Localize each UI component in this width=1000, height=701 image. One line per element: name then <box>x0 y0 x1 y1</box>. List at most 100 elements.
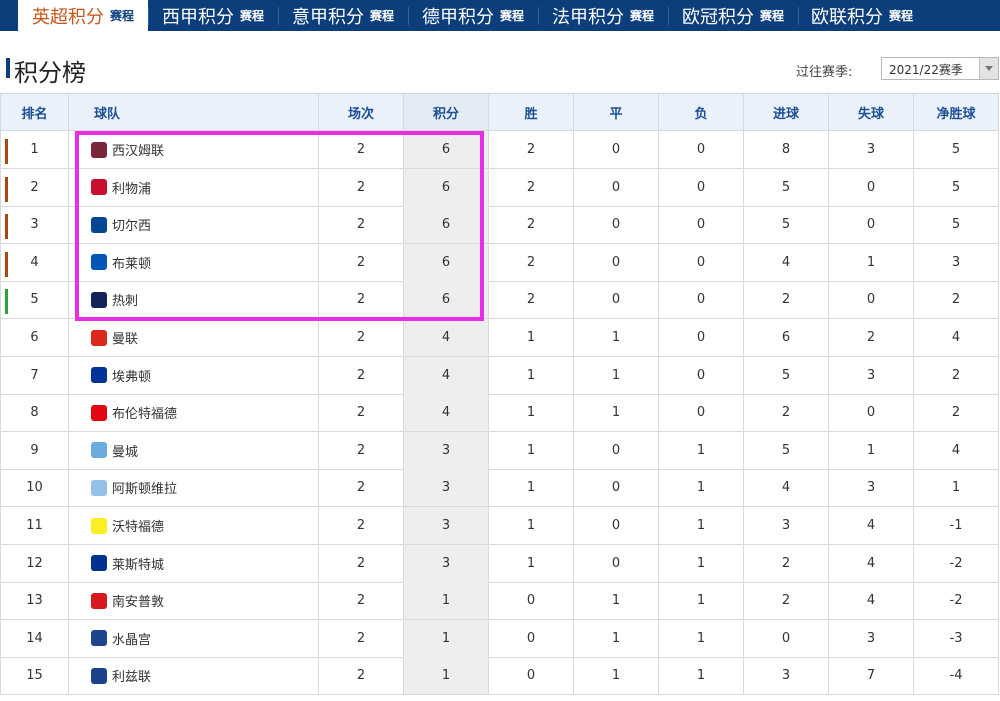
team-crest-icon <box>91 291 107 308</box>
tab-schedule-link[interactable]: 赛程 <box>240 7 264 24</box>
team-name[interactable]: 布伦特福德 <box>112 403 177 422</box>
table-row[interactable]: 14 水晶宫 2 1 0 1 1 0 3 -3 <box>0 619 1000 658</box>
team-cell[interactable]: 埃弗顿 <box>69 356 319 395</box>
table-row[interactable]: 10 阿斯顿维拉 2 3 1 0 1 4 3 1 <box>0 469 1000 508</box>
table-row[interactable]: 8 布伦特福德 2 4 1 1 0 2 0 2 <box>0 394 1000 433</box>
tab-league-2[interactable]: 意甲积分 赛程 <box>278 0 408 31</box>
column-header-goals-against[interactable]: 失球 <box>829 93 914 131</box>
goals-against-cell: 4 <box>829 582 914 621</box>
goals-against-cell: 3 <box>829 619 914 658</box>
table-row[interactable]: 4 布莱顿 2 6 2 0 0 4 1 3 <box>0 243 1000 282</box>
tab-league-1[interactable]: 西甲积分 赛程 <box>148 0 278 31</box>
column-header-played[interactable]: 场次 <box>319 93 404 131</box>
team-name[interactable]: 水晶宫 <box>112 629 151 648</box>
team-name[interactable]: 莱斯特城 <box>112 554 164 573</box>
column-header-goal-diff[interactable]: 净胜球 <box>914 93 999 131</box>
table-row[interactable]: 7 埃弗顿 2 4 1 1 0 5 3 2 <box>0 356 1000 395</box>
team-cell[interactable]: 曼城 <box>69 431 319 470</box>
table-row[interactable]: 12 莱斯特城 2 3 1 0 1 2 4 -2 <box>0 544 1000 583</box>
column-header-team[interactable]: 球队 <box>69 93 319 131</box>
team-cell[interactable]: 莱斯特城 <box>69 544 319 583</box>
column-header-wins[interactable]: 胜 <box>489 93 574 131</box>
team-name[interactable]: 南安普敦 <box>112 591 164 610</box>
team-name[interactable]: 切尔西 <box>112 215 151 234</box>
tab-schedule-link[interactable]: 赛程 <box>110 7 134 24</box>
played-cell: 2 <box>319 507 404 545</box>
team-cell[interactable]: 切尔西 <box>69 206 319 245</box>
table-row[interactable]: 5 热刺 2 6 2 0 0 2 0 2 <box>0 281 1000 320</box>
team-name[interactable]: 利兹联 <box>112 666 151 685</box>
table-row[interactable]: 15 利兹联 2 1 0 1 1 3 7 -4 <box>0 657 1000 696</box>
tab-schedule-link[interactable]: 赛程 <box>500 7 524 24</box>
goals-against-cell: 7 <box>829 657 914 696</box>
tab-label: 德甲积分 <box>421 6 494 28</box>
wins-cell: 1 <box>489 356 574 395</box>
tab-league-3[interactable]: 德甲积分 赛程 <box>408 0 538 31</box>
team-cell[interactable]: 西汉姆联 <box>69 131 319 169</box>
team-name[interactable]: 西汉姆联 <box>112 140 164 159</box>
qualification-zone-marker <box>5 289 8 315</box>
points-cell: 1 <box>404 582 489 621</box>
table-row[interactable]: 3 切尔西 2 6 2 0 0 5 0 5 <box>0 206 1000 245</box>
team-cell[interactable]: 利物浦 <box>69 168 319 207</box>
team-name[interactable]: 曼联 <box>112 328 138 347</box>
draws-cell: 0 <box>574 168 659 207</box>
table-row[interactable]: 11 沃特福德 2 3 1 0 1 3 4 -1 <box>0 507 1000 545</box>
tab-league-5[interactable]: 欧冠积分 赛程 <box>668 0 798 31</box>
team-cell[interactable]: 水晶宫 <box>69 619 319 658</box>
goal-diff-cell: -4 <box>914 657 999 696</box>
rank-cell: 1 <box>0 131 69 169</box>
column-header-losses[interactable]: 负 <box>659 93 744 131</box>
wins-cell: 1 <box>489 469 574 508</box>
goals-against-cell: 2 <box>829 319 914 357</box>
tab-league-0[interactable]: 英超积分 赛程 <box>18 0 148 31</box>
season-select[interactable]: 2021/22赛季 <box>881 57 999 80</box>
team-name[interactable]: 沃特福德 <box>112 516 164 535</box>
team-cell[interactable]: 布伦特福德 <box>69 394 319 433</box>
team-name[interactable]: 利物浦 <box>112 178 151 197</box>
column-header-draws[interactable]: 平 <box>574 93 659 131</box>
table-row[interactable]: 13 南安普敦 2 1 0 1 1 2 4 -2 <box>0 582 1000 621</box>
draws-cell: 0 <box>574 469 659 508</box>
column-header-goals-for[interactable]: 进球 <box>744 93 829 131</box>
tab-schedule-link[interactable]: 赛程 <box>760 7 784 24</box>
team-name[interactable]: 热刺 <box>112 290 138 309</box>
team-name[interactable]: 阿斯顿维拉 <box>112 478 177 497</box>
team-cell[interactable]: 沃特福德 <box>69 507 319 545</box>
team-cell[interactable]: 布莱顿 <box>69 243 319 282</box>
team-cell[interactable]: 阿斯顿维拉 <box>69 469 319 508</box>
tab-schedule-link[interactable]: 赛程 <box>889 7 913 24</box>
team-cell[interactable]: 利兹联 <box>69 657 319 696</box>
team-name[interactable]: 埃弗顿 <box>112 366 151 385</box>
table-row[interactable]: 9 曼城 2 3 1 0 1 5 1 4 <box>0 431 1000 470</box>
tab-schedule-link[interactable]: 赛程 <box>630 7 654 24</box>
team-cell[interactable]: 热刺 <box>69 281 319 320</box>
goals-against-cell: 0 <box>829 281 914 320</box>
chevron-down-icon[interactable] <box>979 58 998 79</box>
draws-cell: 0 <box>574 507 659 545</box>
losses-cell: 1 <box>659 619 744 658</box>
team-cell[interactable]: 曼联 <box>69 319 319 357</box>
team-name[interactable]: 曼城 <box>112 441 138 460</box>
tab-league-4[interactable]: 法甲积分 赛程 <box>538 0 668 31</box>
table-row[interactable]: 2 利物浦 2 6 2 0 0 5 0 5 <box>0 168 1000 207</box>
goals-against-cell: 3 <box>829 356 914 395</box>
team-cell[interactable]: 南安普敦 <box>69 582 319 621</box>
draws-cell: 0 <box>574 281 659 320</box>
column-header-points[interactable]: 积分 <box>404 93 489 131</box>
draws-cell: 0 <box>574 243 659 282</box>
wins-cell: 0 <box>489 619 574 658</box>
goal-diff-cell: -1 <box>914 507 999 545</box>
league-nav: 英超积分 赛程 西甲积分 赛程 意甲积分 赛程 德甲积分 赛程 法甲积分 赛程 欧冠积分 赛程 欧联积分… <box>0 0 1000 31</box>
table-row[interactable]: 1 西汉姆联 2 6 2 0 0 8 3 5 <box>0 131 1000 169</box>
column-header-rank[interactable]: 排名 <box>0 93 69 131</box>
wins-cell: 2 <box>489 281 574 320</box>
tab-schedule-link[interactable]: 赛程 <box>370 7 394 24</box>
points-cell: 4 <box>404 319 489 357</box>
team-crest-icon <box>91 179 107 196</box>
table-row[interactable]: 6 曼联 2 4 1 1 0 6 2 4 <box>0 319 1000 357</box>
goal-diff-cell: 5 <box>914 168 999 207</box>
team-name[interactable]: 布莱顿 <box>112 253 151 272</box>
tab-league-6[interactable]: 欧联积分 赛程 <box>798 0 926 31</box>
rank-cell: 13 <box>0 582 69 621</box>
